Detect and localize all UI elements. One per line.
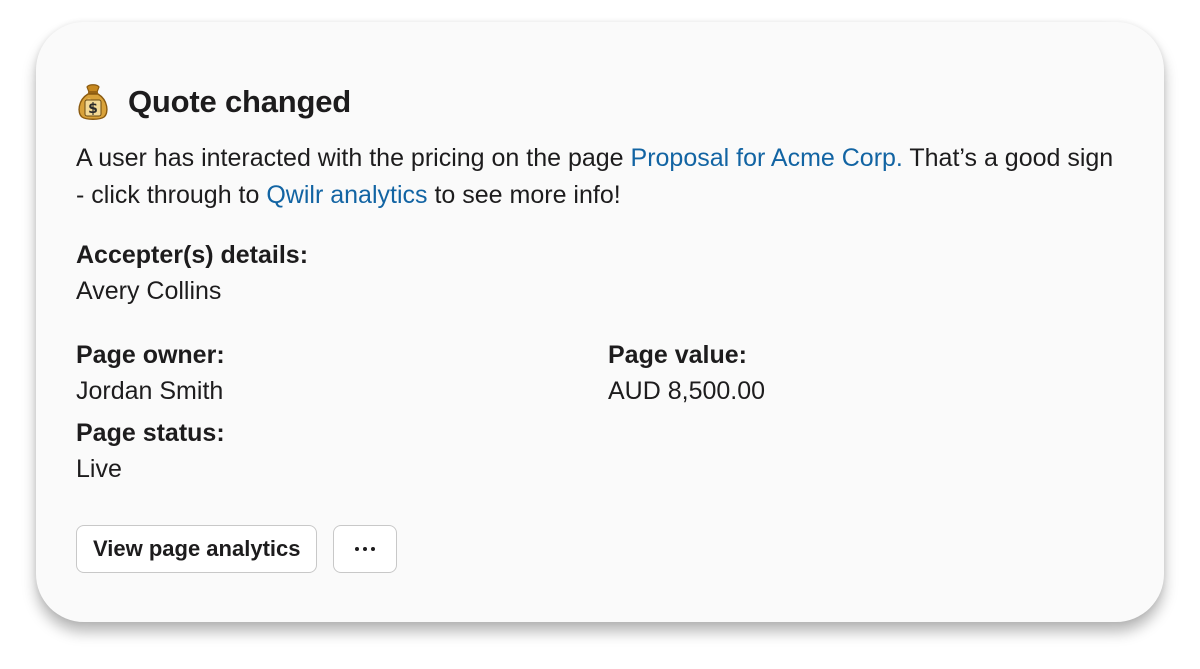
- money-bag-icon: $: [76, 83, 110, 121]
- page-value-value: AUD 8,500.00: [608, 377, 766, 405]
- proposal-page-link[interactable]: Proposal for Acme Corp.: [631, 144, 903, 172]
- ellipsis-icon: [355, 547, 376, 551]
- page-fields: Page owner: Jordan Smith Page value: AUD…: [76, 337, 1124, 487]
- message-text-after: to see more info!: [427, 181, 621, 209]
- page-owner-label: Page owner:: [76, 341, 225, 369]
- notification-message: A user has interacted with the pricing o…: [76, 140, 1116, 214]
- accepter-details-label: Accepter(s) details:: [76, 241, 309, 269]
- message-text-before: A user has interacted with the pricing o…: [76, 144, 631, 172]
- more-actions-button[interactable]: [333, 525, 398, 573]
- page-owner-field: Page owner: Jordan Smith: [76, 337, 608, 409]
- accepter-details: Accepter(s) details: Avery Collins: [76, 237, 1124, 309]
- accepter-details-value: Avery Collins: [76, 277, 222, 305]
- page-status-value: Live: [76, 455, 122, 483]
- page-status-field: Page status: Live: [76, 415, 608, 487]
- notification-card: $ Quote changed A user has interacted wi…: [36, 22, 1164, 622]
- view-page-analytics-button[interactable]: View page analytics: [76, 525, 318, 573]
- page-value-label: Page value:: [608, 341, 747, 369]
- svg-text:$: $: [88, 101, 98, 117]
- page-value-field: Page value: AUD 8,500.00: [608, 337, 1108, 409]
- page-owner-value: Jordan Smith: [76, 377, 224, 405]
- title-row: $ Quote changed: [76, 78, 1124, 126]
- notification-title: Quote changed: [128, 84, 352, 119]
- action-buttons: View page analytics: [76, 525, 398, 573]
- page-status-label: Page status:: [76, 419, 225, 447]
- qwilr-analytics-link[interactable]: Qwilr analytics: [266, 181, 427, 209]
